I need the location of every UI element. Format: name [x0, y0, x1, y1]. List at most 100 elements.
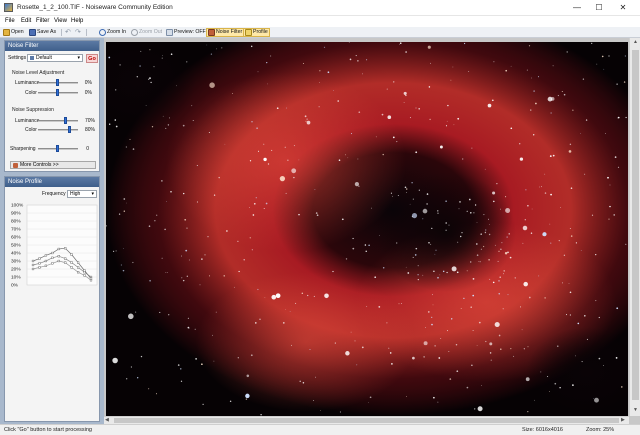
star [313, 295, 315, 297]
star [479, 261, 481, 263]
scroll-left-icon[interactable]: ◀ [105, 417, 109, 423]
star [186, 227, 188, 229]
profile-point [64, 261, 67, 264]
star [513, 355, 515, 357]
menu-edit[interactable]: Edit [21, 18, 31, 24]
maximize-button[interactable]: ☐ [588, 0, 610, 16]
star [466, 270, 468, 272]
star [391, 363, 393, 365]
undo-button[interactable]: ↶ [65, 28, 72, 37]
star [123, 247, 124, 249]
star [123, 210, 125, 212]
vertical-scroll-thumb[interactable] [632, 50, 639, 400]
noise-filter-header: Noise Filter [5, 41, 99, 51]
go-button[interactable]: Go [86, 54, 98, 63]
star [382, 153, 384, 156]
star [151, 126, 154, 128]
star [471, 147, 473, 149]
menu-view[interactable]: View [54, 18, 67, 24]
profile-point [51, 262, 54, 265]
star [429, 118, 431, 121]
star [355, 55, 357, 57]
more-controls-button[interactable]: More Controls >> [10, 161, 96, 169]
profile-point [31, 267, 35, 271]
star [456, 370, 459, 373]
star [480, 233, 482, 235]
star [318, 81, 320, 83]
star [349, 58, 352, 61]
star [569, 143, 572, 146]
chart-y-tick-label: 40% [11, 251, 21, 257]
suppression-color-slider[interactable] [38, 129, 78, 131]
profile-point [31, 259, 35, 263]
star [196, 201, 198, 203]
profile-point [44, 264, 47, 267]
star [525, 377, 530, 382]
star [417, 273, 419, 276]
star [472, 278, 475, 280]
star [450, 318, 453, 320]
star [298, 159, 300, 161]
image-canvas[interactable] [106, 42, 628, 416]
settings-select[interactable]: Default ▾ [27, 54, 83, 62]
close-button[interactable]: ✕ [612, 0, 634, 16]
star [115, 125, 118, 128]
star [332, 270, 334, 273]
star [305, 120, 307, 122]
star [499, 276, 501, 279]
suppression-luminance-slider[interactable] [38, 120, 78, 122]
level-color-thumb[interactable] [56, 89, 59, 96]
sharpening-thumb[interactable] [56, 145, 59, 152]
preview-toggle[interactable]: Preview: OFF [166, 28, 206, 37]
profile-toggle[interactable]: Profile [243, 28, 270, 37]
scroll-down-icon[interactable]: ▼ [633, 407, 638, 413]
suppression-luminance-thumb[interactable] [64, 117, 67, 124]
scroll-up-icon[interactable]: ▲ [633, 39, 638, 45]
nebula-cavity [376, 172, 516, 292]
star [459, 201, 461, 203]
star [293, 145, 295, 147]
scroll-right-icon[interactable]: ▶ [621, 417, 625, 423]
star [221, 47, 223, 49]
image-viewport[interactable]: ▲ ▼ ◀ ▶ [104, 38, 640, 424]
star [286, 107, 288, 109]
star [136, 76, 138, 78]
star [150, 81, 152, 84]
star [229, 400, 232, 403]
star [418, 189, 420, 191]
star [122, 269, 125, 272]
zoom-out-button[interactable]: Zoom Out [131, 28, 162, 37]
star [608, 55, 610, 57]
star [528, 45, 531, 47]
star [554, 382, 557, 385]
menu-help[interactable]: Help [71, 18, 83, 24]
star [616, 83, 618, 85]
menu-filter[interactable]: Filter [36, 18, 49, 24]
horizontal-scroll-thumb[interactable] [114, 418, 619, 423]
star [572, 384, 574, 386]
horizontal-scrollbar[interactable]: ◀ ▶ [104, 416, 629, 424]
minimize-button[interactable]: — [566, 0, 588, 16]
star [621, 386, 623, 388]
star [453, 124, 455, 126]
star [457, 117, 460, 120]
open-button[interactable]: Open [3, 28, 24, 37]
star [266, 61, 268, 64]
star [404, 186, 407, 189]
redo-button[interactable]: ↷ [75, 28, 82, 37]
level-luminance-thumb[interactable] [56, 79, 59, 86]
zoom-in-button[interactable]: Zoom In [99, 28, 126, 37]
star [165, 272, 167, 274]
star [456, 271, 459, 274]
frequency-select[interactable]: High ▾ [67, 190, 97, 198]
save-as-button[interactable]: Save As [29, 28, 56, 37]
star [501, 242, 503, 244]
noise-profile-header: Noise Profile [5, 177, 99, 187]
menu-file[interactable]: File [5, 18, 15, 24]
noise-filter-toggle[interactable]: Noise Filter [206, 28, 245, 37]
star [315, 376, 317, 378]
star [498, 334, 501, 337]
suppression-color-thumb[interactable] [68, 126, 71, 133]
vertical-scrollbar[interactable]: ▲ ▼ [629, 38, 640, 416]
star [135, 311, 137, 313]
